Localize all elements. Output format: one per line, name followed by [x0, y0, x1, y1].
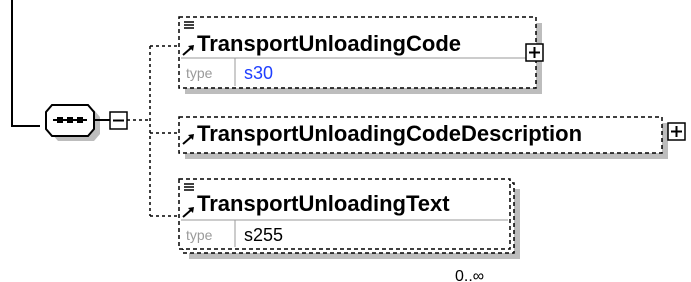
type-value: s255: [244, 225, 283, 245]
occurrence-label: 0..∞: [455, 268, 484, 282]
element-name: TransportUnloadingCodeDescription: [197, 121, 582, 146]
expand-button-transport-unloading-code-description[interactable]: [667, 122, 686, 141]
sequence-compositor[interactable]: [45, 104, 100, 141]
expand-button-transport-unloading-code[interactable]: [525, 43, 544, 62]
element-transport-unloading-code-description[interactable]: TransportUnloadingCodeDescription: [178, 116, 668, 159]
type-value: s30: [244, 63, 273, 83]
element-transport-unloading-code[interactable]: TransportUnloadingCode type s30: [178, 16, 542, 94]
schema-diagram-svg: TransportUnloadingCode type s30 Transpor…: [11, 0, 686, 282]
schema-diagram: TransportUnloadingCode type s30 Transpor…: [0, 0, 691, 282]
element-transport-unloading-text[interactable]: TransportUnloadingText type s255: [178, 178, 520, 259]
element-name: TransportUnloadingText: [197, 191, 450, 216]
branch-connectors: [127, 45, 179, 217]
sequence-icon: [53, 117, 87, 123]
parent-connector: [11, 0, 40, 127]
element-name: TransportUnloadingCode: [197, 31, 461, 56]
type-label: type: [186, 65, 213, 81]
type-label: type: [186, 227, 213, 243]
